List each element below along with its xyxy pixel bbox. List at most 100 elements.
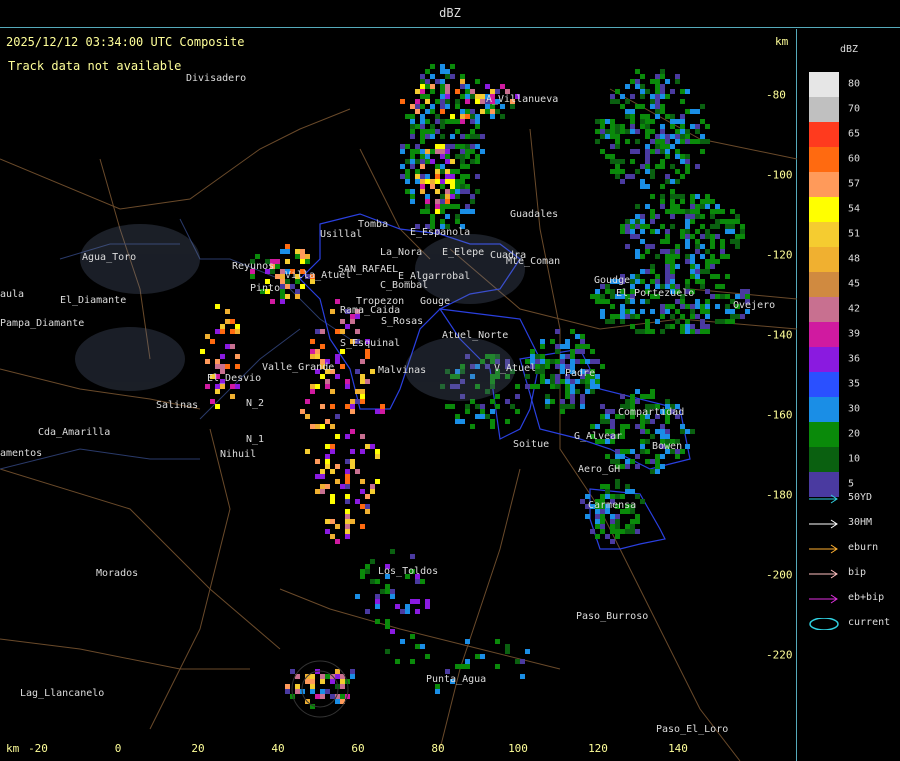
precip-cell bbox=[685, 154, 690, 159]
precip-cell bbox=[455, 104, 460, 109]
precip-cell bbox=[605, 419, 610, 424]
precip-cell bbox=[435, 114, 440, 119]
precip-cell bbox=[605, 319, 610, 324]
precip-cell bbox=[730, 219, 735, 224]
precip-cell bbox=[420, 129, 425, 134]
precip-cell bbox=[440, 164, 445, 169]
precip-cell bbox=[550, 374, 555, 379]
precip-cell bbox=[295, 254, 300, 259]
precip-cell bbox=[445, 94, 450, 99]
precip-cell bbox=[625, 314, 630, 319]
precip-cell bbox=[405, 179, 410, 184]
precip-cell bbox=[445, 144, 450, 149]
precip-cell bbox=[665, 154, 670, 159]
precip-cell bbox=[690, 429, 695, 434]
precip-cell bbox=[455, 129, 460, 134]
precip-cell bbox=[680, 424, 685, 429]
precip-cell bbox=[500, 84, 505, 89]
precip-cell bbox=[330, 309, 335, 314]
place-label: N_2 bbox=[246, 398, 265, 409]
precip-cell bbox=[280, 289, 285, 294]
precip-cell bbox=[635, 454, 640, 459]
y-tick: -120 bbox=[766, 248, 793, 262]
precip-cell bbox=[625, 484, 630, 489]
precip-cell bbox=[695, 279, 700, 284]
precip-cell bbox=[635, 234, 640, 239]
precip-cell bbox=[700, 254, 705, 259]
precip-cell bbox=[605, 299, 610, 304]
place-label: Morados bbox=[96, 568, 139, 579]
precip-cell bbox=[425, 604, 430, 609]
precip-cell bbox=[375, 409, 380, 414]
precip-cell bbox=[655, 429, 660, 434]
precip-cell bbox=[685, 164, 690, 169]
precip-cell bbox=[400, 99, 405, 104]
precip-cell bbox=[645, 319, 650, 324]
precip-cell bbox=[720, 319, 725, 324]
precip-cell bbox=[310, 689, 315, 694]
precip-cell bbox=[680, 234, 685, 239]
precip-cell bbox=[660, 164, 665, 169]
precip-cell bbox=[530, 349, 535, 354]
legend-swatch bbox=[809, 147, 839, 172]
precip-cell bbox=[455, 179, 460, 184]
precip-cell bbox=[625, 489, 630, 494]
precip-cell bbox=[405, 604, 410, 609]
precip-cell bbox=[675, 134, 680, 139]
precip-cell bbox=[315, 489, 320, 494]
precip-cell bbox=[645, 119, 650, 124]
precip-cell bbox=[605, 489, 610, 494]
precip-cell bbox=[665, 279, 670, 284]
arrow-icon bbox=[809, 594, 838, 604]
precip-cell bbox=[345, 404, 350, 409]
precip-cell bbox=[610, 289, 615, 294]
precip-cell bbox=[675, 149, 680, 154]
precip-cell bbox=[390, 629, 395, 634]
radar-map[interactable] bbox=[0, 29, 797, 761]
precip-cell bbox=[700, 119, 705, 124]
precip-cell bbox=[740, 224, 745, 229]
precip-cell bbox=[430, 124, 435, 129]
x-tick: -20 bbox=[28, 742, 48, 755]
precip-cell bbox=[660, 159, 665, 164]
precip-cell bbox=[685, 134, 690, 139]
precip-cell bbox=[565, 384, 570, 389]
precip-cell bbox=[435, 689, 440, 694]
precip-cell bbox=[470, 119, 475, 124]
precip-cell bbox=[360, 479, 365, 484]
precip-cell bbox=[600, 404, 605, 409]
precip-cell bbox=[685, 169, 690, 174]
precip-cell bbox=[525, 649, 530, 654]
precip-cell bbox=[675, 139, 680, 144]
precip-cell bbox=[460, 164, 465, 169]
precip-cell bbox=[670, 264, 675, 269]
precip-cell bbox=[580, 499, 585, 504]
precip-cell bbox=[490, 114, 495, 119]
precip-cell bbox=[420, 104, 425, 109]
precip-cell bbox=[400, 149, 405, 154]
top-title-bar: dBZ bbox=[0, 0, 900, 28]
precip-cell bbox=[390, 589, 395, 594]
precip-cell bbox=[335, 354, 340, 359]
precip-cell bbox=[440, 119, 445, 124]
precip-cell bbox=[665, 174, 670, 179]
precip-cell bbox=[465, 144, 470, 149]
precip-cell bbox=[635, 529, 640, 534]
x-tick: 60 bbox=[351, 742, 365, 755]
precip-cell bbox=[410, 129, 415, 134]
precip-cell bbox=[360, 524, 365, 529]
legend-value: 20 bbox=[848, 428, 861, 440]
precip-cell bbox=[280, 284, 285, 289]
precip-cell bbox=[635, 214, 640, 219]
precip-cell bbox=[670, 179, 675, 184]
precip-cell bbox=[710, 259, 715, 264]
precip-cell bbox=[620, 319, 625, 324]
precip-cell bbox=[610, 94, 615, 99]
precip-cell bbox=[490, 419, 495, 424]
precip-cell bbox=[275, 264, 280, 269]
legend-value: 65 bbox=[848, 128, 861, 140]
precip-cell bbox=[360, 449, 365, 454]
legend-value: 5 bbox=[848, 478, 855, 490]
precip-cell bbox=[660, 309, 665, 314]
precip-cell bbox=[480, 149, 485, 154]
